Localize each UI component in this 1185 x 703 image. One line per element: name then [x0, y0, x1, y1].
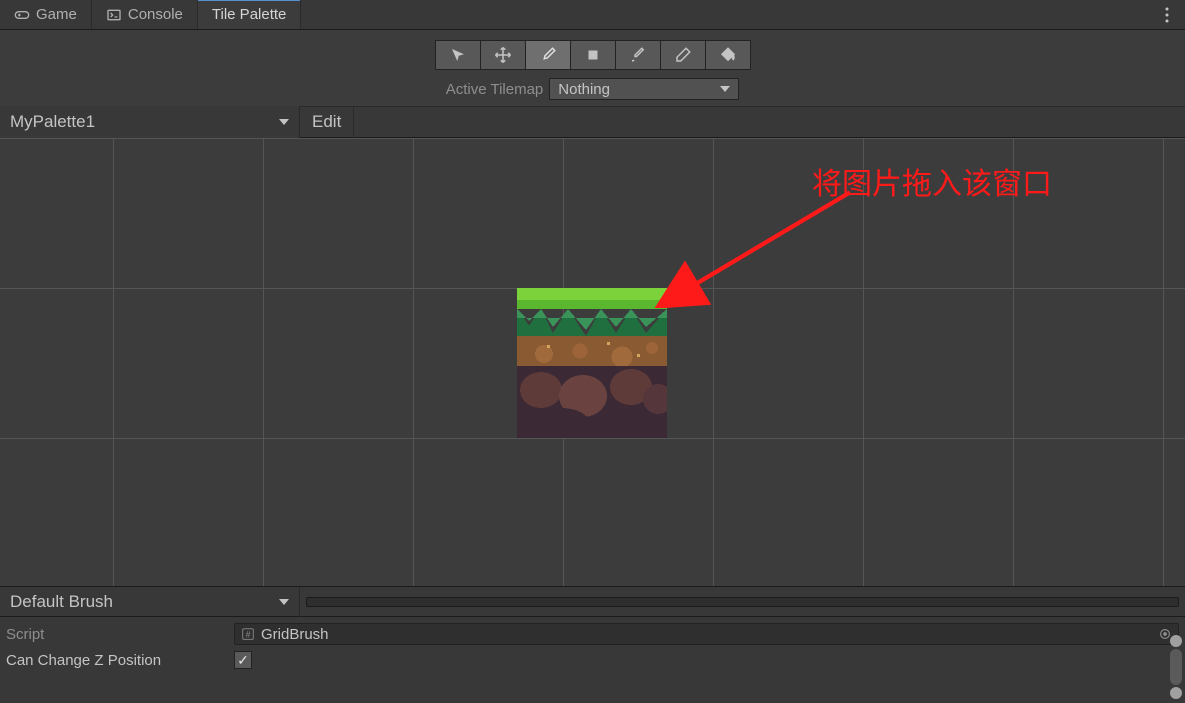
tab-tile-palette[interactable]: Tile Palette	[198, 0, 301, 29]
inspector-row-z-position: Can Change Z Position ✓	[6, 647, 1179, 673]
gamepad-icon	[14, 7, 30, 23]
annotation-arrow	[640, 188, 880, 308]
scroll-up-icon[interactable]	[1170, 635, 1182, 647]
tool-select[interactable]	[435, 40, 481, 70]
tab-game[interactable]: Game	[0, 0, 92, 29]
tile-preview[interactable]	[517, 288, 667, 438]
palette-grid-canvas[interactable]: 将图片拖入该窗口	[0, 138, 1185, 586]
chevron-down-icon	[279, 119, 289, 125]
inspector-scrollbar[interactable]	[1169, 635, 1183, 699]
script-value: GridBrush	[261, 626, 329, 643]
tab-console-label: Console	[128, 6, 183, 23]
active-tilemap-dropdown[interactable]: Nothing	[549, 78, 739, 100]
tool-box[interactable]	[570, 40, 616, 70]
tool-eraser[interactable]	[660, 40, 706, 70]
tile-palette-toolbar: Active Tilemap Nothing	[0, 30, 1185, 106]
tool-fill[interactable]	[705, 40, 751, 70]
palette-dropdown[interactable]: MyPalette1	[0, 106, 300, 138]
chevron-down-icon	[720, 86, 730, 92]
active-tilemap-row: Active Tilemap Nothing	[0, 78, 1185, 100]
console-icon	[106, 7, 122, 23]
svg-text:#: #	[246, 630, 251, 640]
tool-brush[interactable]	[525, 40, 571, 70]
brush-selected-label: Default Brush	[10, 592, 113, 612]
brush-inspector: Script # GridBrush Can Change Z Position…	[0, 616, 1185, 677]
script-label: Script	[6, 626, 230, 643]
palette-selected-label: MyPalette1	[10, 112, 95, 132]
edit-button-label: Edit	[312, 112, 341, 132]
annotation-text: 将图片拖入该窗口	[812, 159, 1052, 203]
script-field[interactable]: # GridBrush	[234, 623, 1179, 645]
can-change-z-checkbox[interactable]: ✓	[234, 651, 252, 669]
tab-bar: Game Console Tile Palette	[0, 0, 1185, 30]
palette-select-row: MyPalette1 Edit	[0, 106, 1185, 138]
brush-slider-track[interactable]	[306, 597, 1179, 607]
chevron-down-icon	[279, 599, 289, 605]
brush-dropdown[interactable]: Default Brush	[0, 587, 300, 617]
tool-picker[interactable]	[615, 40, 661, 70]
brush-slider-area[interactable]	[300, 587, 1185, 617]
script-icon: #	[241, 627, 255, 641]
tool-move[interactable]	[480, 40, 526, 70]
can-change-z-label: Can Change Z Position	[6, 652, 230, 669]
tab-game-label: Game	[36, 6, 77, 23]
edit-button[interactable]: Edit	[300, 106, 354, 138]
tab-console[interactable]: Console	[92, 0, 198, 29]
scroll-down-icon[interactable]	[1170, 687, 1182, 699]
scrollbar-thumb[interactable]	[1170, 649, 1182, 685]
inspector-row-script: Script # GridBrush	[6, 621, 1179, 647]
active-tilemap-label: Active Tilemap	[446, 81, 544, 98]
brush-row: Default Brush	[0, 586, 1185, 616]
tab-overflow-menu[interactable]	[1155, 0, 1179, 30]
tab-tile-palette-label: Tile Palette	[212, 6, 286, 23]
active-tilemap-value: Nothing	[558, 81, 610, 98]
tool-button-group	[0, 40, 1185, 70]
